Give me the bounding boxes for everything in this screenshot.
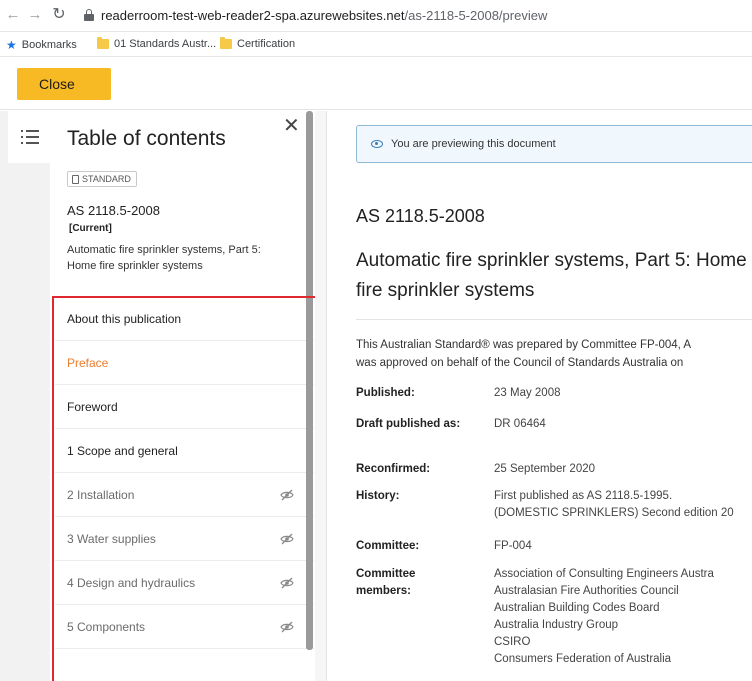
- document-code-heading: AS 2118.5-2008: [356, 206, 485, 226]
- eye-off-icon: [280, 577, 294, 589]
- side-rail: [0, 111, 50, 681]
- meta-label: Committee:: [356, 540, 420, 552]
- url-path: /as-2118-5-2008/preview: [404, 8, 548, 23]
- lock-icon[interactable]: [84, 9, 94, 21]
- meta-published: Published: 23 May 2008: [356, 385, 561, 402]
- toc-doc-status: [Current]: [69, 223, 112, 234]
- divider: [356, 319, 752, 320]
- meta-reconfirmed: Reconfirmed: 25 September 2020: [356, 461, 595, 478]
- toc-doc-code: AS 2118.5-2008: [67, 203, 160, 218]
- meta-draft: Draft published as: DR 06464: [356, 416, 546, 433]
- toc-item-label: 1 Scope and general: [67, 443, 178, 458]
- toc-item-label: 4 Design and hydraulics: [67, 575, 196, 590]
- forward-arrow-icon[interactable]: →: [26, 6, 44, 24]
- meta-label: Published:: [356, 387, 415, 399]
- toc-item-scope[interactable]: 1 Scope and general: [55, 429, 314, 473]
- reload-icon[interactable]: ↻: [50, 6, 68, 24]
- history-line: First published as AS 2118.5-1995.: [494, 490, 673, 502]
- toc-list: About this publication Preface Foreword …: [55, 297, 314, 649]
- meta-history: History: First published as AS 2118.5-19…: [356, 488, 734, 522]
- eye-icon: [371, 140, 383, 148]
- document-type-badge: STANDARD: [67, 171, 137, 187]
- url-field[interactable]: readerroom-test-web-reader2-spa.azureweb…: [101, 8, 547, 23]
- toc-doc-description: Automatic fire sprinkler systems, Part 5…: [67, 244, 261, 272]
- preview-banner-text: You are previewing this document: [391, 138, 556, 150]
- bookmark-label: Bookmarks: [21, 39, 77, 51]
- meta-label: History:: [356, 490, 400, 502]
- reader-toolbar: Close: [0, 58, 752, 110]
- toc-toggle-button[interactable]: [8, 111, 50, 163]
- toc-item-design-hydraulics[interactable]: 4 Design and hydraulics: [55, 561, 314, 605]
- meta-value: DR 06464: [494, 418, 546, 430]
- preview-banner: You are previewing this document: [356, 125, 752, 163]
- url-host: readerroom-test-web-reader2-spa.azureweb…: [101, 8, 405, 23]
- close-button[interactable]: Close: [17, 68, 111, 100]
- toc-item-about[interactable]: About this publication: [55, 297, 314, 341]
- member-item: CSIRO: [494, 636, 531, 648]
- browser-address-bar: ← → ↻ readerroom-test-web-reader2-spa.az…: [0, 0, 752, 32]
- list-icon: [21, 130, 39, 144]
- document-title-heading: Automatic fire sprinkler systems, Part 5…: [356, 250, 747, 301]
- close-icon[interactable]: ✕: [283, 116, 300, 136]
- member-item: Australian Building Codes Board: [494, 602, 660, 614]
- toc-item-water-supplies[interactable]: 3 Water supplies: [55, 517, 314, 561]
- toc-item-label: 2 Installation: [67, 487, 135, 502]
- toc-panel: Table of contents ✕ STANDARD AS 2118.5-2…: [50, 111, 314, 681]
- back-arrow-icon[interactable]: ←: [4, 6, 22, 24]
- eye-off-icon: [280, 489, 294, 501]
- document-intro: This Australian Standard® was prepared b…: [356, 336, 752, 372]
- toc-item-foreword[interactable]: Foreword: [55, 385, 314, 429]
- intro-line: was approved on behalf of the Council of…: [356, 357, 684, 369]
- toc-title: Table of contents: [67, 127, 226, 150]
- meta-value: FP-004: [494, 540, 532, 552]
- toc-item-components[interactable]: 5 Components: [55, 605, 314, 649]
- meta-value: Association of Consulting Engineers Aust…: [494, 566, 714, 668]
- bookmark-folder-standards[interactable]: 01 Standards Austr...: [97, 37, 217, 50]
- eye-off-icon: [280, 533, 294, 545]
- history-line: (DOMESTIC SPRINKLERS) Second edition 20: [494, 507, 734, 519]
- meta-label: Committee members:: [356, 568, 416, 597]
- bookmark-label: 01 Standards Austr...: [114, 38, 217, 50]
- toc-item-preface[interactable]: Preface: [55, 341, 314, 385]
- eye-off-icon: [280, 621, 294, 633]
- intro-line: This Australian Standard® was prepared b…: [356, 339, 692, 351]
- meta-label: Reconfirmed:: [356, 463, 431, 475]
- star-icon: ★: [6, 38, 17, 52]
- toc-item-label: About this publication: [67, 311, 182, 326]
- document-icon: [72, 174, 79, 184]
- folder-icon: [220, 37, 232, 49]
- toc-item-label: 5 Components: [67, 619, 146, 634]
- meta-committee: Committee: FP-004: [356, 538, 532, 555]
- bookmarks-button[interactable]: ★ Bookmarks: [6, 38, 77, 52]
- badge-label: STANDARD: [82, 174, 131, 184]
- member-item: Association of Consulting Engineers Aust…: [494, 568, 714, 580]
- meta-label: Draft published as:: [356, 418, 461, 430]
- member-item: Australia Industry Group: [494, 619, 619, 631]
- member-item: Australasian Fire Authorities Council: [494, 585, 679, 597]
- member-item: Consumers Federation of Australia: [494, 653, 672, 665]
- toc-item-installation[interactable]: 2 Installation: [55, 473, 314, 517]
- toc-item-label: Foreword: [67, 399, 118, 414]
- meta-committee-members: Committee members: Association of Consul…: [356, 566, 714, 668]
- toc-item-label: 3 Water supplies: [67, 531, 156, 546]
- toc-item-label: Preface: [67, 355, 109, 370]
- bookmarks-bar: ★ Bookmarks 01 Standards Austr... Certif…: [0, 33, 752, 57]
- bookmark-folder-certification[interactable]: Certification: [220, 37, 296, 50]
- toc-scrollbar[interactable]: [306, 111, 313, 650]
- meta-value: 25 September 2020: [494, 463, 596, 475]
- meta-value: First published as AS 2118.5-1995. (DOME…: [494, 488, 734, 522]
- bookmark-label: Certification: [237, 38, 296, 50]
- folder-icon: [97, 37, 109, 49]
- meta-value: 23 May 2008: [494, 387, 561, 399]
